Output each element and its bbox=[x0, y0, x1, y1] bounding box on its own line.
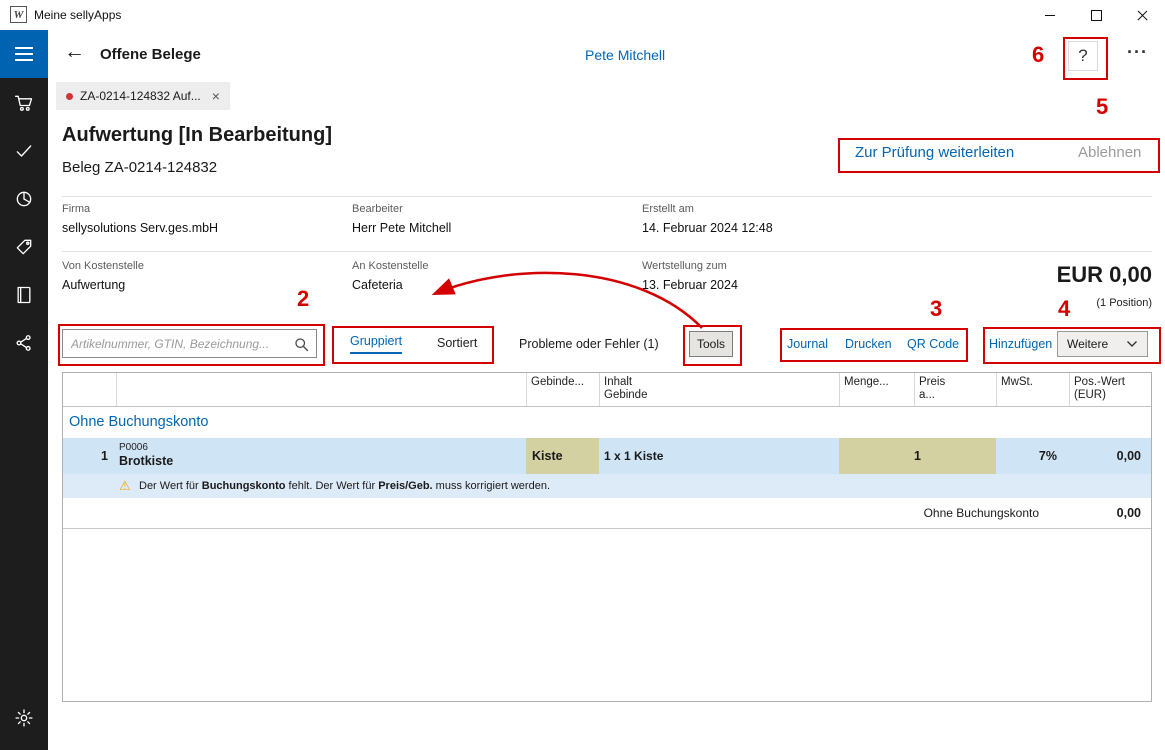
position-count: (1 Position) bbox=[1096, 297, 1152, 309]
cart-icon[interactable] bbox=[0, 79, 48, 127]
maximize-button[interactable] bbox=[1073, 0, 1119, 30]
minimize-button[interactable] bbox=[1027, 0, 1073, 30]
tools-button[interactable]: Tools bbox=[689, 331, 733, 357]
titlebar: W Meine sellyApps bbox=[0, 0, 1165, 30]
gebinde-cell[interactable]: Kiste bbox=[526, 438, 599, 474]
divider bbox=[62, 251, 1152, 252]
document-subtitle: Beleg ZA-0214-124832 bbox=[62, 159, 217, 176]
col-inhalt-gebinde[interactable]: Inhalt Gebinde bbox=[604, 376, 647, 402]
group-footer-label: Ohne Buchungskonto bbox=[924, 498, 1039, 528]
more-actions-label: Weitere bbox=[1067, 337, 1108, 351]
chevron-down-icon bbox=[1126, 340, 1138, 348]
row-number: 1 bbox=[63, 438, 108, 474]
reject-link[interactable]: Ablehnen bbox=[1078, 144, 1141, 161]
col-pos-wert[interactable]: Pos.-Wert (EUR) bbox=[1074, 376, 1125, 402]
print-link[interactable]: Drucken bbox=[845, 337, 892, 351]
share-network-icon[interactable] bbox=[0, 319, 48, 367]
settings-gear-icon[interactable] bbox=[0, 694, 48, 742]
user-name-link[interactable]: Pete Mitchell bbox=[585, 47, 665, 63]
back-arrow-icon[interactable]: ← bbox=[64, 40, 85, 64]
bearbeiter-label: Bearbeiter bbox=[352, 203, 403, 215]
erstellt-am-label: Erstellt am bbox=[642, 203, 694, 215]
tab-close-icon[interactable]: × bbox=[212, 88, 220, 104]
wertstellung-value: 13. Februar 2024 bbox=[642, 278, 738, 292]
app-logo-icon: W bbox=[10, 6, 27, 23]
app-window: W Meine sellyApps ← Offe bbox=[0, 0, 1165, 750]
table-header-row: Gebinde... Inhalt Gebinde Menge... Preis… bbox=[63, 373, 1151, 407]
annotation-number-5: 5 bbox=[1096, 94, 1108, 120]
problems-errors-label[interactable]: Probleme oder Fehler (1) bbox=[519, 337, 659, 351]
forward-for-review-link[interactable]: Zur Prüfung weiterleiten bbox=[855, 144, 1014, 161]
qr-code-link[interactable]: QR Code bbox=[907, 337, 959, 351]
total-amount: EUR 0,00 bbox=[1057, 262, 1152, 288]
inhalt-gebinde-cell: 1 x 1 Kiste bbox=[604, 438, 663, 474]
group-footer-row: Ohne Buchungskonto 0,00 bbox=[63, 498, 1151, 529]
tab-label: ZA-0214-124832 Auf... bbox=[80, 89, 201, 103]
close-button[interactable] bbox=[1119, 0, 1165, 30]
an-kostenstelle-label: An Kostenstelle bbox=[352, 260, 428, 272]
group-footer-value: 0,00 bbox=[1117, 498, 1141, 528]
bearbeiter-value: Herr Pete Mitchell bbox=[352, 221, 451, 235]
warning-icon: ⚠ bbox=[119, 474, 131, 498]
journal-link[interactable]: Journal bbox=[787, 337, 828, 351]
divider bbox=[62, 196, 1152, 197]
an-kostenstelle-value: Cafeteria bbox=[352, 278, 403, 292]
annotation-number-4: 4 bbox=[1058, 296, 1070, 322]
document-tab[interactable]: ZA-0214-124832 Auf... × bbox=[56, 82, 230, 110]
search-input[interactable] bbox=[63, 330, 316, 357]
page-title: Offene Belege bbox=[100, 46, 201, 63]
positions-table: Gebinde... Inhalt Gebinde Menge... Preis… bbox=[62, 372, 1152, 702]
menge-cell[interactable]: 1 bbox=[839, 438, 996, 474]
sidebar bbox=[0, 30, 48, 750]
book-icon[interactable] bbox=[0, 271, 48, 319]
group-header-label: Ohne Buchungskonto bbox=[69, 406, 208, 438]
search-icon[interactable] bbox=[293, 336, 310, 353]
article-name: Brotkiste bbox=[119, 454, 173, 468]
more-options-button[interactable]: ··· bbox=[1127, 42, 1148, 63]
table-row[interactable]: 1 P0006 Brotkiste Kiste 1 x 1 Kiste 1 7%… bbox=[63, 438, 1151, 474]
warning-text: Der Wert für Buchungskonto fehlt. Der We… bbox=[139, 474, 550, 498]
col-menge[interactable]: Menge... bbox=[844, 376, 889, 389]
col-gebinde[interactable]: Gebinde... bbox=[531, 376, 584, 389]
close-icon bbox=[1136, 9, 1149, 22]
add-link[interactable]: Hinzufügen bbox=[989, 337, 1052, 351]
hamburger-menu-button[interactable] bbox=[0, 30, 48, 78]
pos-wert-cell: 0,00 bbox=[1117, 438, 1141, 474]
pie-chart-icon[interactable] bbox=[0, 175, 48, 223]
grouped-toggle[interactable]: Gruppiert bbox=[350, 334, 402, 354]
firma-label: Firma bbox=[62, 203, 90, 215]
von-kostenstelle-label: Von Kostenstelle bbox=[62, 260, 144, 272]
von-kostenstelle-value: Aufwertung bbox=[62, 278, 125, 292]
unsaved-dot-icon bbox=[66, 93, 73, 100]
col-mwst[interactable]: MwSt. bbox=[1001, 376, 1033, 389]
sorted-toggle[interactable]: Sortiert bbox=[437, 336, 477, 350]
window-title: Meine sellyApps bbox=[34, 8, 121, 22]
article-code: P0006 bbox=[119, 442, 148, 453]
help-button[interactable]: ? bbox=[1068, 41, 1098, 71]
annotation-number-6: 6 bbox=[1032, 42, 1044, 68]
wertstellung-label: Wertstellung zum bbox=[642, 260, 727, 272]
annotation-number-3: 3 bbox=[930, 296, 942, 322]
row-warning: ⚠ Der Wert für Buchungskonto fehlt. Der … bbox=[63, 474, 1151, 498]
check-icon[interactable] bbox=[0, 127, 48, 175]
search-box bbox=[62, 329, 317, 358]
more-actions-dropdown[interactable]: Weitere bbox=[1057, 331, 1148, 357]
mwst-cell: 7% bbox=[1039, 438, 1057, 474]
tag-icon[interactable] bbox=[0, 223, 48, 271]
erstellt-am-value: 14. Februar 2024 12:48 bbox=[642, 221, 773, 235]
document-title: Aufwertung [In Bearbeitung] bbox=[62, 124, 332, 147]
firma-value: sellysolutions Serv.ges.mbH bbox=[62, 221, 218, 235]
annotation-number-2: 2 bbox=[297, 286, 309, 312]
col-preis[interactable]: Preis a... bbox=[919, 376, 945, 402]
group-header-row: Ohne Buchungskonto bbox=[63, 406, 1151, 438]
